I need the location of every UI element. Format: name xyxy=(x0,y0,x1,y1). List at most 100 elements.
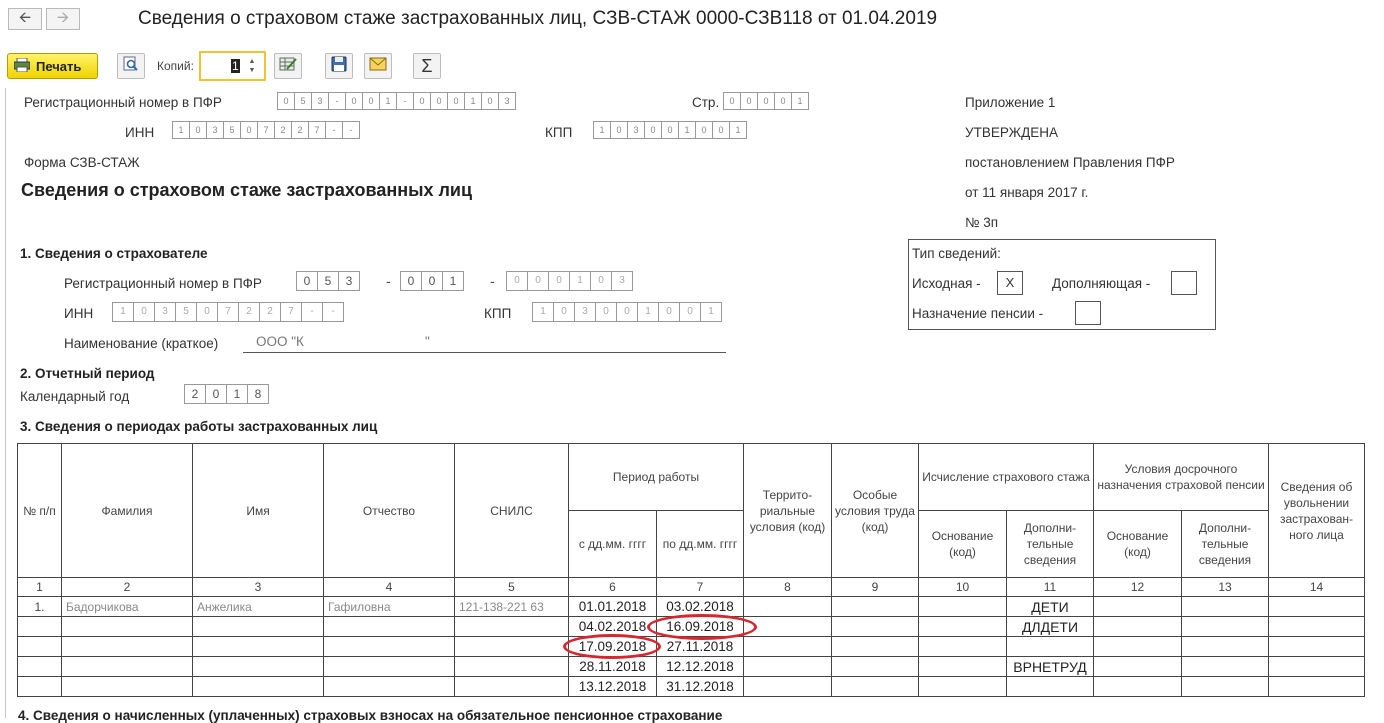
row-special xyxy=(831,636,919,657)
digit-cell: 0 xyxy=(345,92,363,110)
s1-reg-cells-1: 053 xyxy=(296,271,360,291)
envelope-icon xyxy=(369,57,387,76)
row-num xyxy=(17,656,62,677)
sigma-icon: Σ xyxy=(421,55,433,76)
table-row: 28.11.2018 12.12.2018 ВРНЕТРУД xyxy=(17,656,1365,677)
row-from: 01.01.2018 xyxy=(568,596,657,617)
print-button[interactable]: Печать xyxy=(7,53,98,79)
header-calc: Исчисление страхового стажа xyxy=(918,443,1094,511)
digit-cell: - xyxy=(328,92,346,110)
preview-button[interactable] xyxy=(117,53,145,79)
digit-cell: 1 xyxy=(700,302,722,322)
digit-cell: 2 xyxy=(291,121,309,139)
row-early-basis xyxy=(1093,636,1182,657)
digit-cell: 0 xyxy=(695,121,713,139)
row-calc-basis xyxy=(918,636,1007,657)
s1-kpp-cells: 103001001 xyxy=(532,302,722,322)
column-number: 6 xyxy=(568,577,657,597)
row-snils xyxy=(454,636,569,657)
column-number: 14 xyxy=(1268,577,1365,597)
digit-cell: 0 xyxy=(757,92,775,110)
digit-cell: - xyxy=(342,121,360,139)
dash: - xyxy=(386,273,391,289)
copies-input[interactable]: 1 ▲ ▼ xyxy=(199,51,266,81)
row-num xyxy=(17,616,62,637)
row-special xyxy=(831,676,919,697)
year-label: Календарный год xyxy=(20,389,130,404)
digit-cell: 0 xyxy=(430,92,448,110)
row-special xyxy=(831,596,919,617)
magnifier-icon xyxy=(123,56,139,77)
pension-checkbox[interactable] xyxy=(1075,301,1101,325)
reg-number-label: Регистрационный номер в ПФР xyxy=(24,95,222,110)
digit-cell: - xyxy=(325,121,343,139)
back-button[interactable]: 🡨 xyxy=(8,8,42,30)
column-numbers-row: 1 2 3 4 5 6 7 8 9 10 11 12 13 14 xyxy=(17,577,1365,597)
forward-button[interactable]: 🡪 xyxy=(46,8,80,30)
row-early-additional xyxy=(1181,676,1269,697)
header-early-basis: Основание (код) xyxy=(1093,510,1182,578)
row-patronymic xyxy=(323,616,455,637)
info-type-title: Тип сведений: xyxy=(912,246,1001,261)
row-early-basis xyxy=(1093,596,1182,617)
digit-cell: 5 xyxy=(175,302,197,322)
digit-cell: 0 xyxy=(610,121,628,139)
column-number: 8 xyxy=(743,577,832,597)
row-dismissal xyxy=(1268,636,1365,657)
edit-button[interactable] xyxy=(274,53,302,79)
digit-cell: 8 xyxy=(247,384,269,404)
digit-cell: 5 xyxy=(223,121,241,139)
digit-cell: - xyxy=(301,302,323,322)
digit-cell: 0 xyxy=(205,384,227,404)
row-snils xyxy=(454,616,569,637)
section2-title: 2. Отчетный период xyxy=(20,366,155,381)
document-edge xyxy=(5,88,6,718)
sum-button[interactable]: Σ xyxy=(413,53,441,79)
header-dismissal: Сведения об увольнении застрахован-ного … xyxy=(1268,443,1365,578)
digit-cell: - xyxy=(396,92,414,110)
digit-cell: 3 xyxy=(574,302,596,322)
row-num xyxy=(17,676,62,697)
form-label: Форма СЗВ-СТАЖ xyxy=(24,155,140,170)
pension-label: Назначение пенсии - xyxy=(912,306,1044,321)
initial-checkbox[interactable]: X xyxy=(997,271,1023,295)
digit-cell: 0 xyxy=(590,271,612,291)
kpp-label: КПП xyxy=(545,125,573,140)
row-calc-additional: ДЕТИ xyxy=(1006,596,1094,617)
section1-title: 1. Сведения о страхователе xyxy=(20,246,208,261)
page-number-cells: 00001 xyxy=(723,92,809,110)
inn-label: ИНН xyxy=(125,125,155,140)
spin-arrows-icon[interactable]: ▲ ▼ xyxy=(246,57,258,75)
kpp-cells: 103001001 xyxy=(593,121,747,139)
row-calc-additional xyxy=(1006,676,1094,697)
digit-cell: 0 xyxy=(723,92,741,110)
digit-cell: 1 xyxy=(172,121,190,139)
supplement-checkbox[interactable] xyxy=(1171,271,1197,295)
approval-line-5: № 3п xyxy=(965,215,999,230)
digit-cell: 0 xyxy=(661,121,679,139)
column-number: 2 xyxy=(61,577,193,597)
column-number: 5 xyxy=(454,577,569,597)
digit-cell: 0 xyxy=(296,271,318,291)
row-snils xyxy=(454,676,569,697)
row-dismissal xyxy=(1268,596,1365,617)
row-special xyxy=(831,656,919,677)
digit-cell: 1 xyxy=(729,121,747,139)
header-to: по дд.мм. гггг xyxy=(656,510,744,578)
row-surname xyxy=(61,656,193,677)
row-surname xyxy=(61,636,193,657)
row-num xyxy=(17,636,62,657)
row-dismissal xyxy=(1268,616,1365,637)
header-name: Имя xyxy=(192,443,324,578)
email-button[interactable] xyxy=(364,53,392,79)
page-label: Стр. xyxy=(692,95,720,110)
row-calc-basis xyxy=(918,676,1007,697)
row-early-basis xyxy=(1093,656,1182,677)
digit-cell: 7 xyxy=(217,302,239,322)
save-button[interactable] xyxy=(325,53,353,79)
printer-icon xyxy=(13,57,31,75)
digit-cell: 0 xyxy=(240,121,258,139)
row-name: Анжелика xyxy=(192,596,324,617)
s1-reg-cells-2: 001 xyxy=(400,271,464,291)
digit-cell: 1 xyxy=(637,302,659,322)
